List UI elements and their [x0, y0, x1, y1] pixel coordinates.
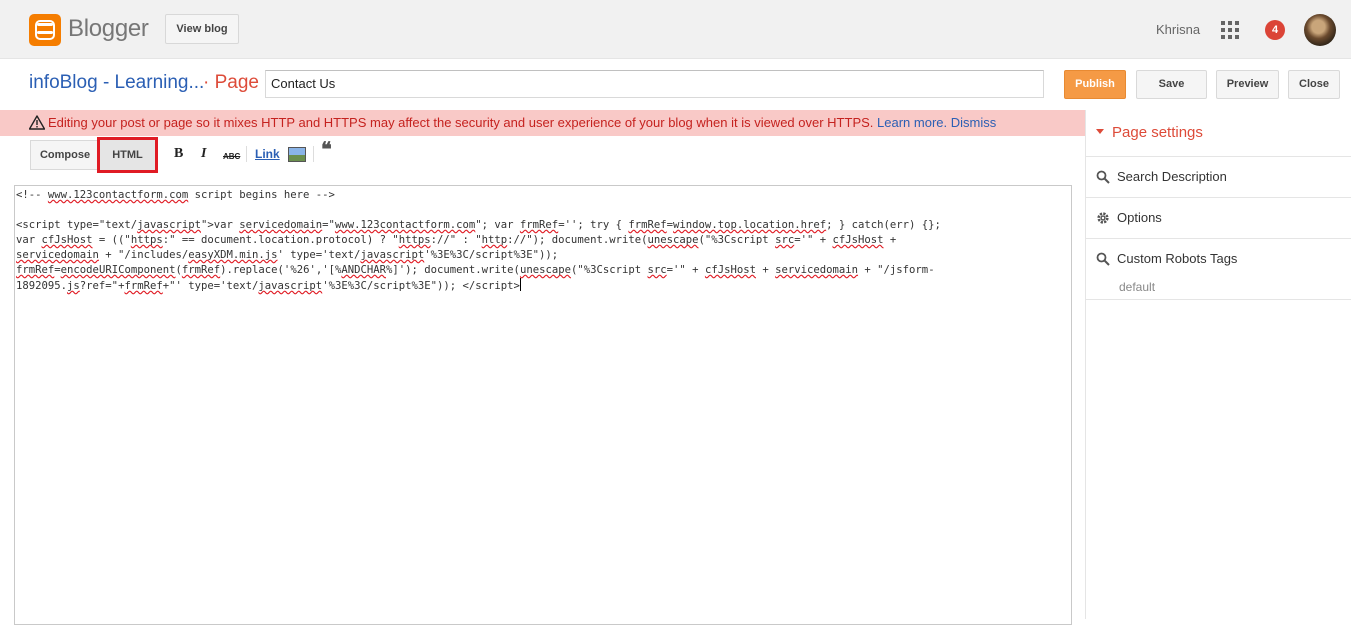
page-type-label: · Page [203, 72, 259, 94]
options-item[interactable]: Options [1086, 197, 1351, 238]
blogger-logo-icon[interactable] [29, 14, 61, 46]
page-label-text: Page [214, 72, 259, 93]
collapse-triangle-icon [1096, 129, 1104, 134]
toolbar-divider [246, 146, 247, 162]
publish-button[interactable]: Publish [1064, 70, 1126, 99]
search-description-label: Search Description [1117, 169, 1227, 184]
save-button[interactable]: Save [1136, 70, 1207, 99]
top-bar: Blogger View blog Khrisna 4 [0, 0, 1351, 59]
page-settings-heading[interactable]: Page settings [1096, 124, 1203, 141]
mixed-content-warning: Editing your post or page so it mixes HT… [0, 110, 1085, 136]
editor-line: <!-- www.123contactform.com script begin… [16, 189, 335, 201]
page-settings-label: Page settings [1112, 124, 1203, 141]
html-mode-button[interactable]: HTML [97, 137, 158, 173]
robots-tags-value: default [1119, 280, 1156, 294]
avatar[interactable] [1304, 14, 1336, 46]
quote-icon[interactable]: ❝ [321, 140, 332, 160]
close-button[interactable]: Close [1288, 70, 1340, 99]
search-icon [1096, 170, 1110, 184]
blog-name-link[interactable]: infoBlog - Learning... [29, 72, 204, 94]
insert-image-icon[interactable] [288, 147, 306, 162]
bold-icon[interactable]: B [174, 146, 183, 162]
search-icon [1096, 252, 1110, 266]
logo-text[interactable]: Blogger [68, 15, 149, 43]
options-label: Options [1117, 210, 1162, 225]
title-separator: · [203, 72, 210, 93]
user-name[interactable]: Khrisna [1156, 22, 1200, 37]
warning-text: Editing your post or page so it mixes HT… [48, 115, 874, 130]
link-button[interactable]: Link [255, 146, 280, 162]
gear-icon [1097, 212, 1109, 224]
editor-toolbar: Compose HTML B I ABC Link ❝ [0, 136, 1085, 176]
strikethrough-icon[interactable]: ABC [223, 149, 240, 165]
learn-more-link[interactable]: Learn more. [877, 115, 947, 130]
search-description-item[interactable]: Search Description [1086, 156, 1351, 197]
html-editor-textarea[interactable]: <!-- www.123contactform.com script begin… [14, 185, 1072, 625]
toolbar-divider [313, 146, 314, 162]
text-caret [519, 278, 521, 291]
warning-icon [29, 115, 45, 130]
custom-robots-tags-item[interactable]: Custom Robots Tags default [1086, 238, 1351, 300]
page-title-input[interactable]: Contact Us [265, 70, 1044, 98]
apps-grid-icon[interactable] [1221, 21, 1239, 39]
page-settings-panel: Page settings Search Description Options… [1085, 110, 1351, 619]
preview-button[interactable]: Preview [1216, 70, 1279, 99]
editor-line: <script type="text/javascript">var servi… [16, 219, 941, 292]
compose-mode-button[interactable]: Compose [30, 140, 100, 170]
custom-robots-tags-label: Custom Robots Tags [1117, 251, 1238, 266]
italic-icon[interactable]: I [201, 146, 206, 162]
view-blog-button[interactable]: View blog [165, 14, 239, 44]
dismiss-link[interactable]: Dismiss [951, 115, 997, 130]
notification-badge[interactable]: 4 [1265, 20, 1285, 40]
